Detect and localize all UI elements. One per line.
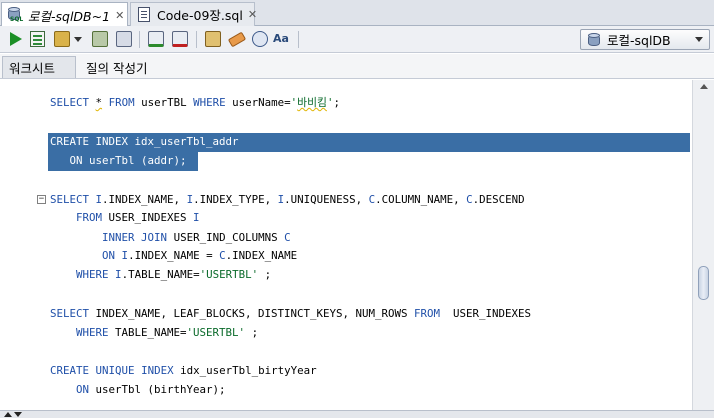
toolbar-separator: [196, 31, 197, 48]
editor-tab-strip: SQL 로컬-sqlDB~1 ✕ Code-09장.sql ✕: [0, 0, 714, 27]
run-script-icon[interactable]: [28, 29, 48, 49]
toolbar-separator: [139, 31, 140, 48]
code-line: ON I.INDEX_NAME = C.INDEX_NAME: [102, 249, 298, 262]
connection-select[interactable]: 로컬-sqlDB: [580, 29, 710, 50]
code-line: FROM USER_INDEXES I: [76, 211, 200, 224]
close-icon[interactable]: ✕: [248, 8, 257, 21]
run-statement-icon[interactable]: [6, 29, 26, 49]
tab-label: Code-09장.sql: [157, 8, 243, 23]
code-line: WHERE I.TABLE_NAME='USERTBL' ;: [76, 268, 272, 281]
code-line: SELECT I.INDEX_NAME, I.INDEX_TYPE, I.UNI…: [50, 193, 525, 206]
eraser-icon[interactable]: [227, 29, 247, 49]
vertical-scrollbar[interactable]: [692, 80, 714, 410]
tab-query-builder[interactable]: 질의 작성기: [80, 56, 153, 78]
rollback-icon[interactable]: [170, 29, 190, 49]
commit-icon[interactable]: [52, 29, 72, 49]
tab-sql-file[interactable]: Code-09장.sql ✕: [130, 2, 257, 26]
code-line: ON userTbl (birthYear);: [76, 383, 226, 396]
toolbar: Aa 로컬-sqlDB: [0, 26, 714, 53]
collapse-down-icon[interactable]: [14, 412, 22, 417]
format-icon[interactable]: Aa: [273, 29, 293, 49]
chevron-down-icon: [695, 37, 703, 42]
fold-collapse-icon[interactable]: −: [37, 195, 46, 204]
history-icon[interactable]: [250, 29, 270, 49]
scrollbar-thumb[interactable]: [698, 266, 709, 300]
code-line: INNER JOIN USER_IND_COLUMNS C: [102, 231, 291, 244]
code-line: CREATE INDEX idx_userTbl_addr: [50, 135, 239, 148]
code-line: ON userTbl (addr);: [50, 154, 187, 167]
code-line: WHERE TABLE_NAME='USERTBL' ;: [76, 326, 259, 339]
code-line: SELECT * FROM userTBL WHERE userName='바비…: [50, 96, 340, 109]
scroll-up-icon[interactable]: [700, 84, 708, 89]
sql-file-icon: [135, 6, 153, 24]
tab-worksheet-editor[interactable]: 워크시트: [2, 56, 76, 78]
editor-gutter: [0, 80, 44, 410]
explain-plan-icon[interactable]: [114, 29, 134, 49]
code-line: SELECT INDEX_NAME, LEAF_BLOCKS, DISTINCT…: [50, 307, 532, 320]
tab-label: 로컬-sqlDB~1: [28, 8, 111, 24]
expand-up-icon[interactable]: [4, 412, 12, 417]
bottom-panel-bar: [0, 410, 714, 418]
clear-icon[interactable]: [146, 29, 166, 49]
tab-worksheet[interactable]: SQL 로컬-sqlDB~1 ✕: [1, 2, 128, 27]
toolbar-separator: [298, 31, 299, 48]
connection-label: 로컬-sqlDB: [607, 33, 671, 48]
sql-tuning-icon[interactable]: [203, 29, 223, 49]
dropdown-icon[interactable]: [72, 29, 84, 49]
close-icon[interactable]: ✕: [115, 9, 124, 22]
worksheet-subtabs: 워크시트 질의 작성기: [0, 54, 714, 79]
database-icon: [587, 32, 603, 48]
code-line: CREATE UNIQUE INDEX idx_userTbl_birtyYea…: [50, 364, 317, 377]
sql-worksheet-icon: SQL: [6, 6, 24, 24]
sql-editor[interactable]: − SELECT * FROM userTBL WHERE userName='…: [0, 80, 692, 410]
autotrace-icon[interactable]: [90, 29, 110, 49]
